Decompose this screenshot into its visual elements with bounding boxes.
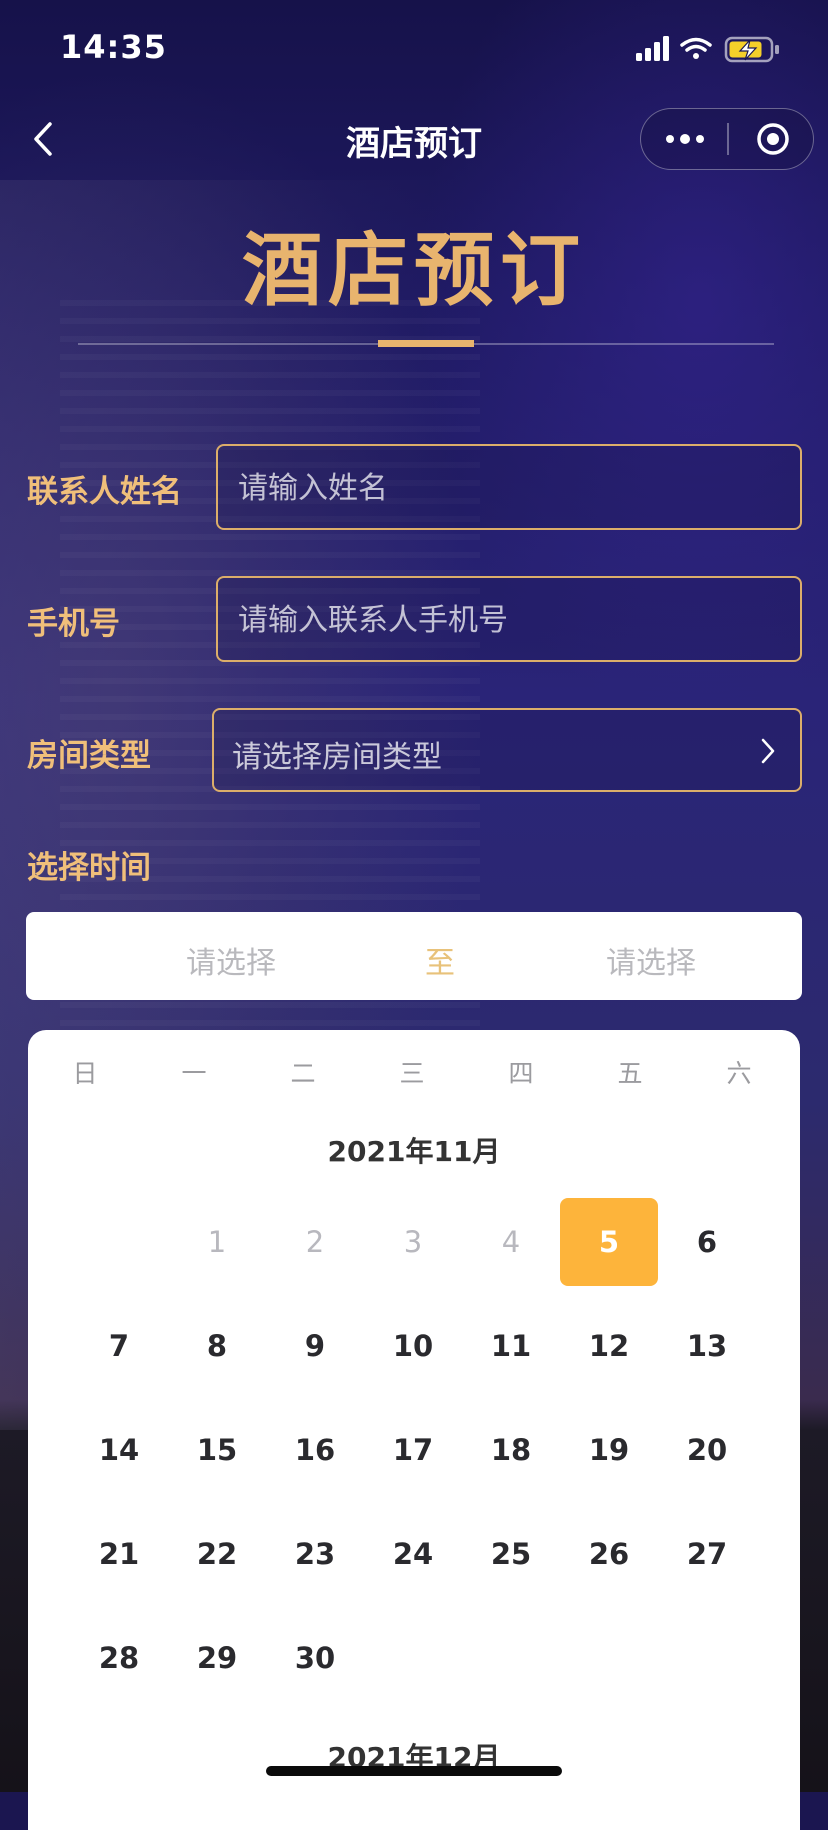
weekday-header: 日 一 二 三 四 五 六 <box>28 1054 800 1094</box>
calendar-day[interactable]: 7 <box>70 1302 168 1390</box>
signal-icon <box>636 36 669 61</box>
calendar-day[interactable]: 29 <box>168 1614 266 1702</box>
phone-input[interactable] <box>236 578 782 662</box>
target-circle-icon <box>757 123 789 155</box>
month-title: 2021年11月 <box>327 1135 501 1168</box>
battery-charging-icon <box>724 36 779 63</box>
time-label: 选择时间 <box>27 850 151 886</box>
check-out-date[interactable]: 请选择 <box>446 938 828 982</box>
calendar-day: 4 <box>501 1225 521 1259</box>
calendar-day[interactable]: 21 <box>70 1510 168 1598</box>
calendar-day[interactable]: 13 <box>658 1302 756 1390</box>
system-icons <box>636 36 796 63</box>
calendar-day[interactable]: 15 <box>168 1406 266 1494</box>
capsule-divider <box>727 123 729 155</box>
name-field-box <box>216 444 802 530</box>
calendar-day[interactable]: 9 <box>266 1302 364 1390</box>
calendar-day[interactable]: 18 <box>462 1406 560 1494</box>
calendar-day[interactable]: 25 <box>462 1510 560 1598</box>
calendar-day[interactable]: 27 <box>658 1510 756 1598</box>
phone-label: 手机号 <box>27 606 120 642</box>
more-button[interactable] <box>663 119 707 159</box>
calendar-day[interactable]: 28 <box>70 1614 168 1702</box>
more-dots-icon <box>666 135 674 143</box>
page-title: 酒店预订 <box>242 224 586 317</box>
calendar-day[interactable]: 20 <box>658 1406 756 1494</box>
calendar-day[interactable]: 12 <box>560 1302 658 1390</box>
calendar-day[interactable]: 11 <box>462 1302 560 1390</box>
weekday-label: 五 <box>617 1059 643 1088</box>
weekday-label: 六 <box>726 1059 752 1088</box>
calendar-panel: 日 一 二 三 四 五 六 2021年11月 1 2 3 4 5 6 7 8 9 10 11 12 13… <box>28 1030 800 1830</box>
calendar-day[interactable]: 14 <box>70 1406 168 1494</box>
calendar-day: 1 <box>207 1225 227 1259</box>
phone-field-box <box>216 576 802 662</box>
calendar-day[interactable]: 23 <box>266 1510 364 1598</box>
calendar-day: 3 <box>403 1225 423 1259</box>
calendar-day[interactable]: 22 <box>168 1510 266 1598</box>
weekday-label: 四 <box>508 1059 534 1088</box>
calendar-day-selected[interactable]: 5 <box>560 1198 658 1286</box>
more-dots-icon <box>680 134 690 144</box>
weekday-label: 一 <box>181 1059 207 1088</box>
mini-program-capsule <box>640 108 814 170</box>
weekday-label: 日 <box>72 1059 98 1088</box>
calendar-day[interactable]: 8 <box>168 1302 266 1390</box>
calendar-day[interactable]: 26 <box>560 1510 658 1598</box>
name-input[interactable] <box>236 446 782 530</box>
chevron-right-icon <box>761 738 775 764</box>
calendar-day[interactable]: 30 <box>266 1614 364 1702</box>
calendar-day[interactable]: 17 <box>364 1406 462 1494</box>
weekday-label: 二 <box>290 1059 316 1088</box>
calendar-day: 2 <box>305 1225 325 1259</box>
more-dots-icon <box>696 135 704 143</box>
room-type-select[interactable]: 请选择房间类型 <box>212 708 802 792</box>
status-bar: 14:35 <box>0 0 828 96</box>
calendar-day[interactable]: 19 <box>560 1406 658 1494</box>
calendar-day[interactable]: 16 <box>266 1406 364 1494</box>
room-type-placeholder: 请选择房间类型 <box>232 740 442 775</box>
home-indicator <box>266 1766 562 1776</box>
calendar-day[interactable]: 24 <box>364 1510 462 1598</box>
calendar-day[interactable]: 6 <box>658 1198 756 1286</box>
wifi-icon <box>680 37 712 59</box>
check-in-date[interactable]: 请选择 <box>26 938 436 982</box>
title-divider-accent <box>378 340 474 347</box>
calendar-day[interactable]: 10 <box>364 1302 462 1390</box>
close-button[interactable] <box>755 121 791 157</box>
weekday-label: 三 <box>399 1059 425 1088</box>
room-type-label: 房间类型 <box>27 738 151 774</box>
name-label: 联系人姓名 <box>27 474 182 510</box>
nav-bar: 酒店预订 <box>0 96 828 186</box>
status-time: 14:35 <box>60 28 167 66</box>
date-range-picker: 请选择 至 请选择 <box>26 912 802 1000</box>
